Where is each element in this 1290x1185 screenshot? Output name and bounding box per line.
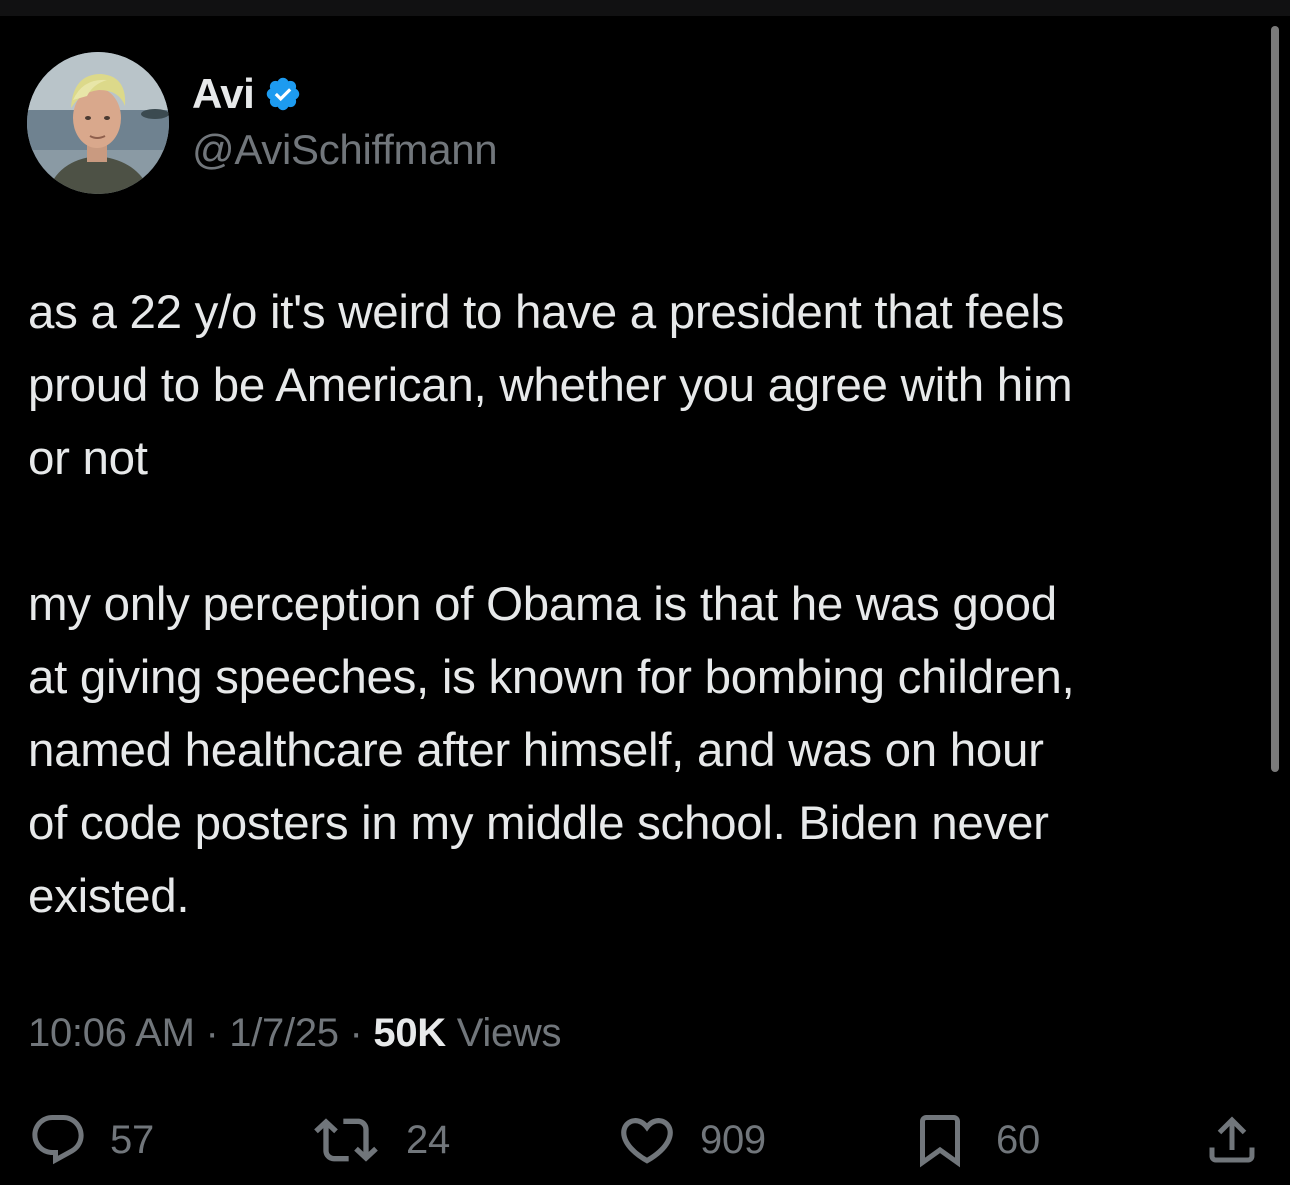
tweet-text-line: of code posters in my middle school. Bid… — [28, 797, 1049, 850]
repost-count: 24 — [406, 1117, 450, 1162]
display-name[interactable]: Avi — [192, 70, 255, 118]
tweet-text-line: named healthcare after himself, and was … — [28, 724, 1044, 777]
tweet-text-line: or not — [28, 432, 148, 485]
tweet-text-line: my only perception of Obama is that he w… — [28, 578, 1057, 631]
tweet-date[interactable]: 1/7/25 — [229, 1011, 339, 1055]
meta-separator: · — [349, 1011, 363, 1055]
repost-icon — [314, 1118, 378, 1162]
repost-button[interactable]: 24 — [314, 1108, 450, 1172]
action-bar: 57 24 909 60 — [0, 1108, 1290, 1172]
top-bar — [0, 0, 1290, 16]
like-count: 909 — [700, 1117, 766, 1162]
reply-count: 57 — [110, 1117, 154, 1162]
tweet-text-line: at giving speeches, is known for bombing… — [28, 651, 1075, 704]
reply-icon — [32, 1115, 84, 1165]
like-button[interactable]: 909 — [616, 1108, 766, 1172]
bookmark-button[interactable]: 60 — [910, 1108, 1040, 1172]
tweet-text: as a 22 y/o it's weird to have a preside… — [28, 276, 1258, 933]
tweet-text-line: as a 22 y/o it's weird to have a preside… — [28, 286, 1065, 339]
tweet-text-line: existed. — [28, 870, 190, 923]
views-label[interactable]: Views — [457, 1011, 562, 1055]
bookmark-icon — [920, 1115, 960, 1168]
share-icon — [1209, 1116, 1255, 1163]
tweet-text-line: proud to be American, whether you agree … — [28, 359, 1073, 412]
tweet-time[interactable]: 10:06 AM — [28, 1011, 195, 1055]
bookmark-count: 60 — [996, 1117, 1040, 1162]
reply-button[interactable]: 57 — [28, 1108, 154, 1172]
tweet-meta: 10:06 AM · 1/7/25 · 50K Views — [28, 1011, 562, 1056]
meta-separator: · — [205, 1011, 219, 1055]
author-name-row[interactable]: Avi — [192, 68, 302, 120]
share-button[interactable] — [1202, 1108, 1262, 1172]
views-count[interactable]: 50K — [373, 1011, 446, 1055]
verified-badge-icon[interactable] — [264, 75, 302, 113]
heart-icon — [621, 1118, 673, 1164]
avatar[interactable] — [27, 52, 169, 194]
scrollbar[interactable] — [1271, 26, 1279, 772]
user-avatar-icon — [27, 52, 169, 194]
author-handle[interactable]: @AviSchiffmann — [192, 126, 498, 174]
